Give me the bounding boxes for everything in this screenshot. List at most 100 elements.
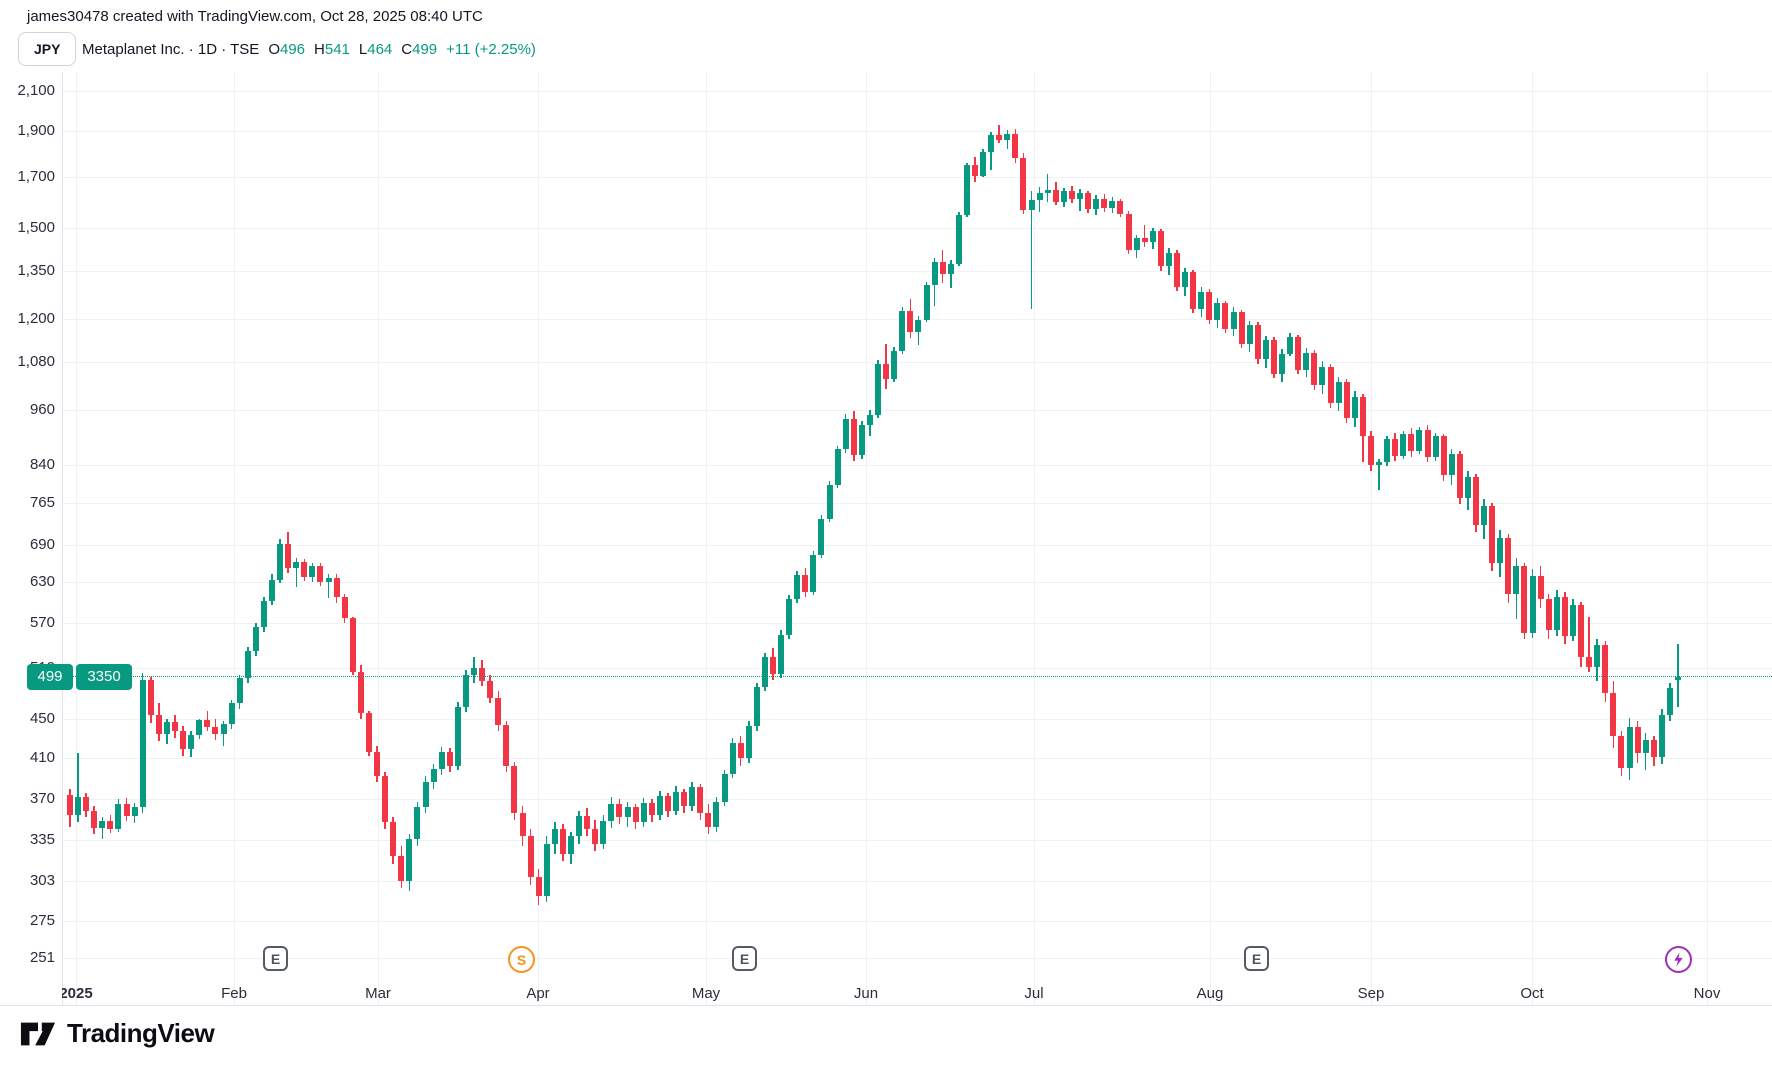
horizontal-gridline xyxy=(62,271,1772,272)
y-axis-tick-label: 1,500 xyxy=(0,218,55,238)
candle-wick xyxy=(1144,225,1146,247)
y-axis-tick-label: 410 xyxy=(0,748,55,768)
candle xyxy=(1231,312,1237,329)
candle xyxy=(980,152,986,176)
candle xyxy=(859,425,865,455)
candle xyxy=(778,635,784,674)
candle xyxy=(843,419,849,450)
candle xyxy=(245,651,251,678)
candle xyxy=(1214,303,1220,320)
candle xyxy=(738,743,744,759)
candle xyxy=(1368,436,1374,465)
vertical-gridline xyxy=(1707,72,1708,1005)
y-axis-tick-label: 1,080 xyxy=(0,352,55,372)
earnings-icon[interactable]: E xyxy=(732,946,757,971)
candle xyxy=(1360,397,1366,436)
candle xyxy=(1037,193,1043,199)
candle xyxy=(1053,190,1059,201)
candle xyxy=(697,787,703,812)
candle xyxy=(229,703,235,724)
vertical-gridline xyxy=(234,72,235,1005)
candle xyxy=(673,792,679,811)
split-icon[interactable]: S xyxy=(508,946,535,973)
candle xyxy=(1538,576,1544,599)
candle xyxy=(1263,340,1269,359)
candle xyxy=(1166,253,1172,267)
candle xyxy=(746,726,752,759)
candle xyxy=(915,320,921,332)
candle-wick xyxy=(998,125,1000,143)
candle xyxy=(455,707,461,766)
candle xyxy=(503,725,509,766)
candle xyxy=(1643,740,1649,753)
candle xyxy=(867,415,873,425)
candle xyxy=(972,165,978,175)
candle-wick xyxy=(1047,174,1049,202)
candle xyxy=(1311,353,1317,386)
horizontal-gridline xyxy=(62,362,1772,363)
candle xyxy=(1045,190,1051,193)
candle xyxy=(924,285,930,320)
candle xyxy=(1020,158,1026,210)
candle xyxy=(722,774,728,802)
candle xyxy=(1004,134,1010,140)
candle xyxy=(1433,436,1439,456)
candle xyxy=(1554,597,1560,631)
y-axis-tick-label: 2,100 xyxy=(0,81,55,101)
horizontal-gridline xyxy=(62,799,1772,800)
candle xyxy=(827,485,833,519)
candle xyxy=(317,566,323,582)
earnings-icon[interactable]: E xyxy=(1244,946,1269,971)
candle xyxy=(1513,566,1519,594)
lightning-icon[interactable] xyxy=(1665,946,1692,973)
footer-brand[interactable]: TradingView xyxy=(20,1018,214,1049)
candle xyxy=(156,715,162,734)
vertical-gridline xyxy=(378,72,379,1005)
candle xyxy=(754,687,760,726)
price-chart-area[interactable]: 2,1001,9001,7001,5001,3501,2001,08096084… xyxy=(0,0,1772,1080)
candle xyxy=(875,364,881,415)
candle xyxy=(1142,238,1148,242)
candle xyxy=(1521,566,1527,633)
candle xyxy=(132,807,138,816)
candle xyxy=(285,544,291,568)
y-axis-tick-label: 1,200 xyxy=(0,309,55,329)
candle xyxy=(309,566,315,577)
candle xyxy=(1465,477,1471,498)
tradingview-logo-text: TradingView xyxy=(67,1018,214,1049)
candle xyxy=(1287,337,1293,354)
earnings-icon[interactable]: E xyxy=(263,946,288,971)
candle xyxy=(883,364,889,379)
candle xyxy=(1602,645,1608,693)
horizontal-gridline xyxy=(62,177,1772,178)
candle xyxy=(810,555,816,592)
time-axis-label: Jul xyxy=(1024,983,1043,1005)
y-axis-tick-label: 335 xyxy=(0,830,55,850)
candle xyxy=(99,821,105,828)
candle xyxy=(1295,337,1301,370)
candle xyxy=(511,766,517,813)
horizontal-gridline xyxy=(62,921,1772,922)
horizontal-gridline xyxy=(62,623,1772,624)
candle xyxy=(277,544,283,580)
candle xyxy=(423,782,429,807)
time-axis-labels[interactable]: 2025FebMarAprMayJunJulAugSepOctNov xyxy=(62,983,1772,1005)
y-axis-tick-label: 1,350 xyxy=(0,261,55,281)
candle xyxy=(148,680,154,715)
candle xyxy=(1085,193,1091,210)
horizontal-gridline xyxy=(62,840,1772,841)
candle xyxy=(633,807,639,822)
candle xyxy=(447,752,453,766)
y-axis-tick-label: 450 xyxy=(0,709,55,729)
candle xyxy=(730,743,736,774)
candle xyxy=(1578,605,1584,658)
candle xyxy=(705,813,711,827)
candle xyxy=(366,713,372,751)
candle xyxy=(641,803,647,822)
candle xyxy=(1328,367,1334,403)
candle xyxy=(1505,538,1511,594)
horizontal-gridline xyxy=(62,503,1772,504)
horizontal-gridline xyxy=(62,958,1772,959)
candle xyxy=(180,731,186,748)
candle xyxy=(689,787,695,806)
